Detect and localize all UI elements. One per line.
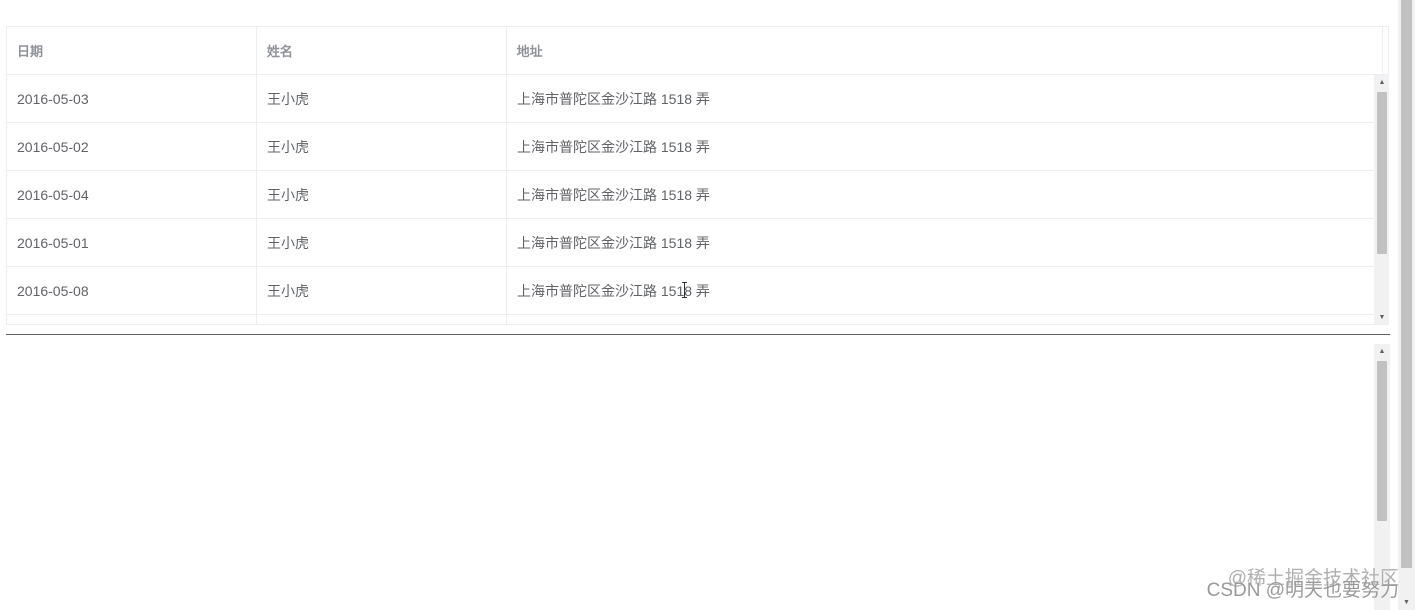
header-date[interactable]: 日期 [7, 27, 257, 74]
header-gutter [1383, 27, 1389, 74]
data-table: 日期 姓名 地址 2016-05-03 王小虎 上海市普陀区金沙江路 1518 … [6, 26, 1389, 325]
table-scrollbar[interactable]: ▲ ▼ [1374, 75, 1389, 324]
table-row[interactable]: 2016-05-01 王小虎 上海市普陀区金沙江路 1518 弄 [7, 219, 1374, 267]
scroll-up-arrow-icon[interactable]: ▲ [1374, 344, 1390, 359]
table-row[interactable]: 2016-05-02 王小虎 上海市普陀区金沙江路 1518 弄 [7, 123, 1374, 171]
table-header: 日期 姓名 地址 [7, 27, 1389, 75]
cell-date: 2016-05-01 [7, 219, 257, 266]
cell-name: 王小虎 [257, 219, 507, 266]
scroll-down-arrow-icon[interactable]: ▼ [1374, 310, 1389, 324]
scroll-down-arrow-icon[interactable]: ▼ [1398, 595, 1415, 610]
cell-address: 上海市普陀区金沙江路 1518 弄 [517, 234, 710, 251]
cell-address: 上海市普陀区金沙江路 1518 弄 [517, 282, 710, 299]
table-body[interactable]: 2016-05-03 王小虎 上海市普陀区金沙江路 1518 弄 2016-05… [7, 75, 1374, 324]
cell-date: 2016-05-04 [7, 171, 257, 218]
cell-name: 王小虎 [257, 123, 507, 170]
cell-address [507, 315, 1374, 324]
text-cursor-icon [682, 282, 688, 298]
header-address[interactable]: 地址 [507, 27, 1384, 74]
page-scrollbar[interactable]: ▼ [1398, 0, 1415, 610]
cell-date: 2016-05-08 [7, 267, 257, 314]
header-name[interactable]: 姓名 [257, 27, 507, 74]
cell-address: 上海市普陀区金沙江路 1518 弄 [517, 90, 710, 107]
table-row-partial[interactable] [7, 315, 1374, 324]
cell-date: 2016-05-02 [7, 123, 257, 170]
cell-date [7, 315, 257, 324]
table-row[interactable]: 2016-05-03 王小虎 上海市普陀区金沙江路 1518 弄 [7, 75, 1374, 123]
table-row[interactable]: 2016-05-04 王小虎 上海市普陀区金沙江路 1518 弄 [7, 171, 1374, 219]
cell-address: 上海市普陀区金沙江路 1518 弄 [517, 186, 710, 203]
watermark-csdn: CSDN @明天也要努力 [1206, 580, 1399, 601]
table-row[interactable]: 2016-05-08 王小虎 上海市普陀区金沙江路 1518 弄 [7, 267, 1374, 315]
cell-name: 王小虎 [257, 75, 507, 122]
table-scrollbar-thumb[interactable] [1377, 92, 1387, 254]
cell-date: 2016-05-03 [7, 75, 257, 122]
cell-name: 王小虎 [257, 267, 507, 314]
section-divider [6, 334, 1390, 335]
panel-scrollbar-thumb[interactable] [1377, 361, 1387, 521]
cell-name [257, 315, 507, 324]
watermark: @稀土掘金技术社区 CSDN @明天也要努力 [1207, 568, 1399, 602]
cell-name: 王小虎 [257, 171, 507, 218]
cell-address: 上海市普陀区金沙江路 1518 弄 [517, 138, 710, 155]
page-scrollbar-thumb[interactable] [1401, 0, 1412, 568]
scroll-up-arrow-icon[interactable]: ▲ [1374, 75, 1389, 90]
